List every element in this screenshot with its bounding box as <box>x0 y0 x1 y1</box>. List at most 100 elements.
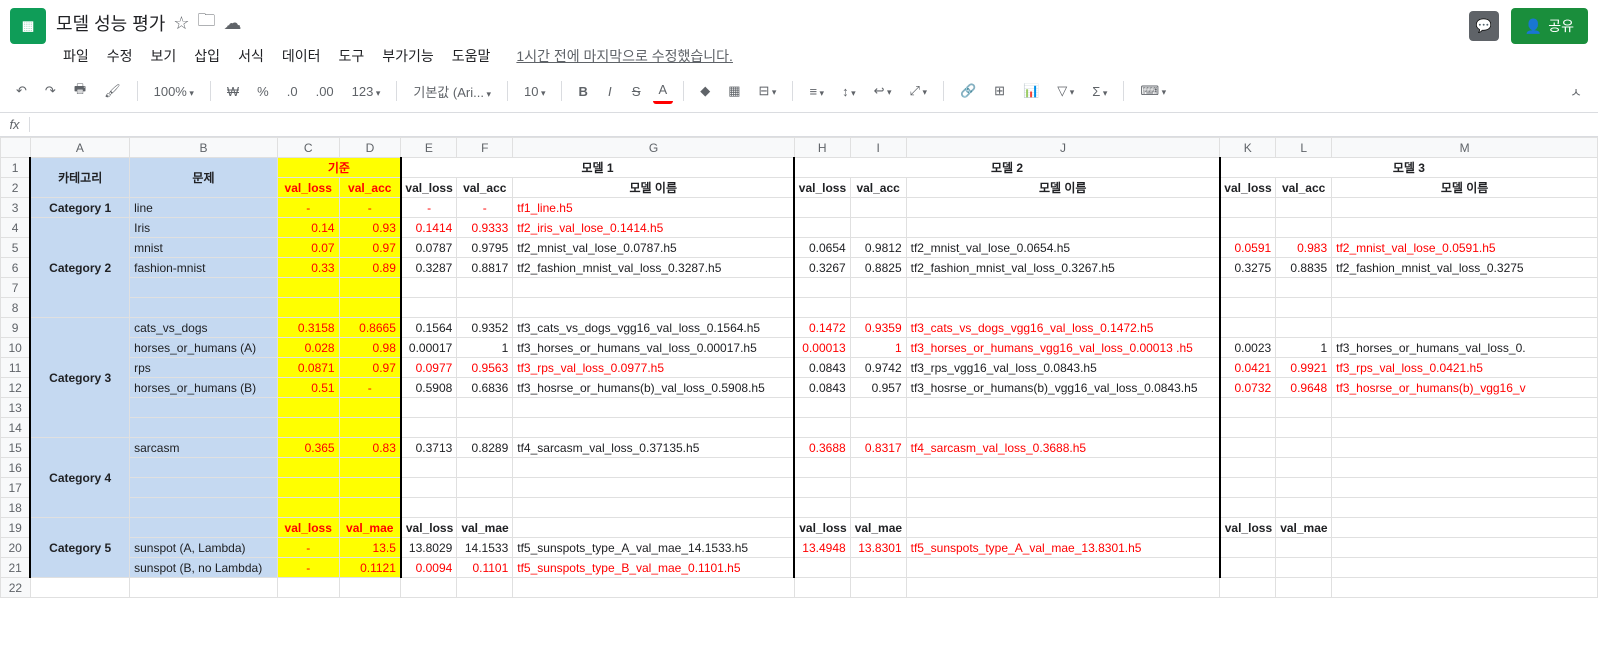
cell[interactable] <box>457 278 513 298</box>
cell[interactable]: 13.5 <box>339 538 401 558</box>
increase-decimal-icon[interactable]: .00 <box>310 80 340 103</box>
cell[interactable] <box>513 278 795 298</box>
cell[interactable]: tf3_horses_or_humans_val_loss_0. <box>1332 338 1598 358</box>
cell[interactable] <box>339 298 401 318</box>
cell[interactable]: val_loss <box>794 518 850 538</box>
menu-edit[interactable]: 수정 <box>100 42 140 70</box>
italic-icon[interactable]: I <box>600 80 620 103</box>
cell[interactable]: Category 3 <box>30 318 129 438</box>
collapse-toolbar-icon[interactable]: ㅅ <box>1564 78 1588 105</box>
cell[interactable] <box>850 558 906 578</box>
cell[interactable]: line <box>130 198 278 218</box>
cell[interactable]: 0.9563 <box>457 358 513 378</box>
cell[interactable] <box>513 298 795 318</box>
cell[interactable] <box>1220 198 1276 218</box>
cell[interactable]: 0.0732 <box>1220 378 1276 398</box>
cell[interactable] <box>1220 278 1276 298</box>
cell[interactable]: tf5_sunspots_type_B_val_mae_0.1101.h5 <box>513 558 795 578</box>
cell[interactable]: tf3_hosrse_or_humans(b)_vgg16_v <box>1332 378 1598 398</box>
cell[interactable] <box>794 578 850 598</box>
cell[interactable] <box>1276 458 1332 478</box>
cell[interactable] <box>401 298 457 318</box>
row-header[interactable]: 12 <box>1 378 31 398</box>
last-edit-link[interactable]: 1시간 전에 마지막으로 수정했습니다. <box>509 42 740 70</box>
cell[interactable]: 카테고리 <box>30 158 129 198</box>
cell[interactable]: val_mae <box>1276 518 1332 538</box>
text-color-icon[interactable]: A <box>653 78 674 104</box>
cell[interactable] <box>794 478 850 498</box>
cell[interactable]: 0.0787 <box>401 238 457 258</box>
row-header[interactable]: 5 <box>1 238 31 258</box>
cell[interactable]: val_loss <box>794 178 850 198</box>
cell[interactable]: tf3_hosrse_or_humans(b)_vgg16_val_loss_0… <box>906 378 1220 398</box>
cell[interactable] <box>457 578 513 598</box>
cell[interactable] <box>1332 198 1598 218</box>
cell[interactable] <box>457 418 513 438</box>
cell[interactable]: val_mae <box>457 518 513 538</box>
cell[interactable]: 문제 <box>130 158 278 198</box>
cell[interactable]: 0.8835 <box>1276 258 1332 278</box>
cell[interactable]: val_acc <box>339 178 401 198</box>
cell[interactable]: tf3_rps_val_loss_0.0421.h5 <box>1332 358 1598 378</box>
cell[interactable] <box>130 278 278 298</box>
menu-tools[interactable]: 도구 <box>331 42 371 70</box>
redo-icon[interactable]: ↷ <box>39 79 62 103</box>
merge-cells-icon[interactable]: ⊟ <box>753 79 783 103</box>
cell[interactable]: 0.51 <box>277 378 339 398</box>
cell[interactable]: val_mae <box>850 518 906 538</box>
cell[interactable] <box>1220 298 1276 318</box>
cell[interactable] <box>794 218 850 238</box>
row-header[interactable]: 18 <box>1 498 31 518</box>
cell[interactable]: 모델 이름 <box>513 178 795 198</box>
cell[interactable] <box>1276 498 1332 518</box>
currency-icon[interactable]: ₩ <box>221 80 245 103</box>
cell[interactable] <box>1220 498 1276 518</box>
spreadsheet-grid[interactable]: A B C D E F G H I J K L M 1 카테고리 문제 기준 모… <box>0 137 1598 652</box>
cell[interactable] <box>906 558 1220 578</box>
cell[interactable] <box>1220 398 1276 418</box>
percent-icon[interactable]: % <box>251 80 275 103</box>
col-header[interactable]: B <box>130 138 278 158</box>
cell[interactable]: tf2_mnist_val_lose_0.0654.h5 <box>906 238 1220 258</box>
cell[interactable]: Category 5 <box>30 518 129 578</box>
cell[interactable]: 모델 1 <box>401 158 794 178</box>
cell[interactable]: 모델 2 <box>794 158 1220 178</box>
cell[interactable]: - <box>277 558 339 578</box>
cell[interactable]: 0.6836 <box>457 378 513 398</box>
cell[interactable] <box>1332 298 1598 318</box>
cell[interactable] <box>30 578 129 598</box>
cell[interactable]: val_loss <box>401 178 457 198</box>
cell[interactable] <box>850 198 906 218</box>
cell[interactable] <box>457 478 513 498</box>
paint-format-icon[interactable]: 🖌 <box>98 79 127 103</box>
cell[interactable]: 0.8817 <box>457 258 513 278</box>
cell[interactable] <box>850 498 906 518</box>
cell[interactable] <box>1276 318 1332 338</box>
cell[interactable] <box>1276 298 1332 318</box>
col-header[interactable]: K <box>1220 138 1276 158</box>
cell[interactable]: tf3_rps_vgg16_val_loss_0.0843.h5 <box>906 358 1220 378</box>
cell[interactable]: 모델 이름 <box>906 178 1220 198</box>
font-size-dropdown[interactable]: 10 <box>518 80 552 103</box>
cell[interactable] <box>794 278 850 298</box>
cell[interactable] <box>906 278 1220 298</box>
cell[interactable] <box>1220 438 1276 458</box>
cell[interactable]: 모델 3 <box>1220 158 1598 178</box>
cell[interactable] <box>1276 438 1332 458</box>
cell[interactable]: 0.07 <box>277 238 339 258</box>
cell[interactable]: tf1_line.h5 <box>513 198 795 218</box>
text-wrap-icon[interactable]: ↩ <box>868 79 898 103</box>
cell[interactable] <box>1332 538 1598 558</box>
row-header[interactable]: 13 <box>1 398 31 418</box>
cell[interactable]: 0.365 <box>277 438 339 458</box>
cell[interactable] <box>277 298 339 318</box>
cell[interactable] <box>339 398 401 418</box>
cell[interactable] <box>401 578 457 598</box>
cell[interactable]: 0.1101 <box>457 558 513 578</box>
cell[interactable]: val_loss <box>277 178 339 198</box>
bold-icon[interactable]: B <box>572 80 593 103</box>
cell[interactable]: 0.3267 <box>794 258 850 278</box>
cell[interactable] <box>130 498 278 518</box>
cell[interactable] <box>850 298 906 318</box>
cell[interactable] <box>277 398 339 418</box>
